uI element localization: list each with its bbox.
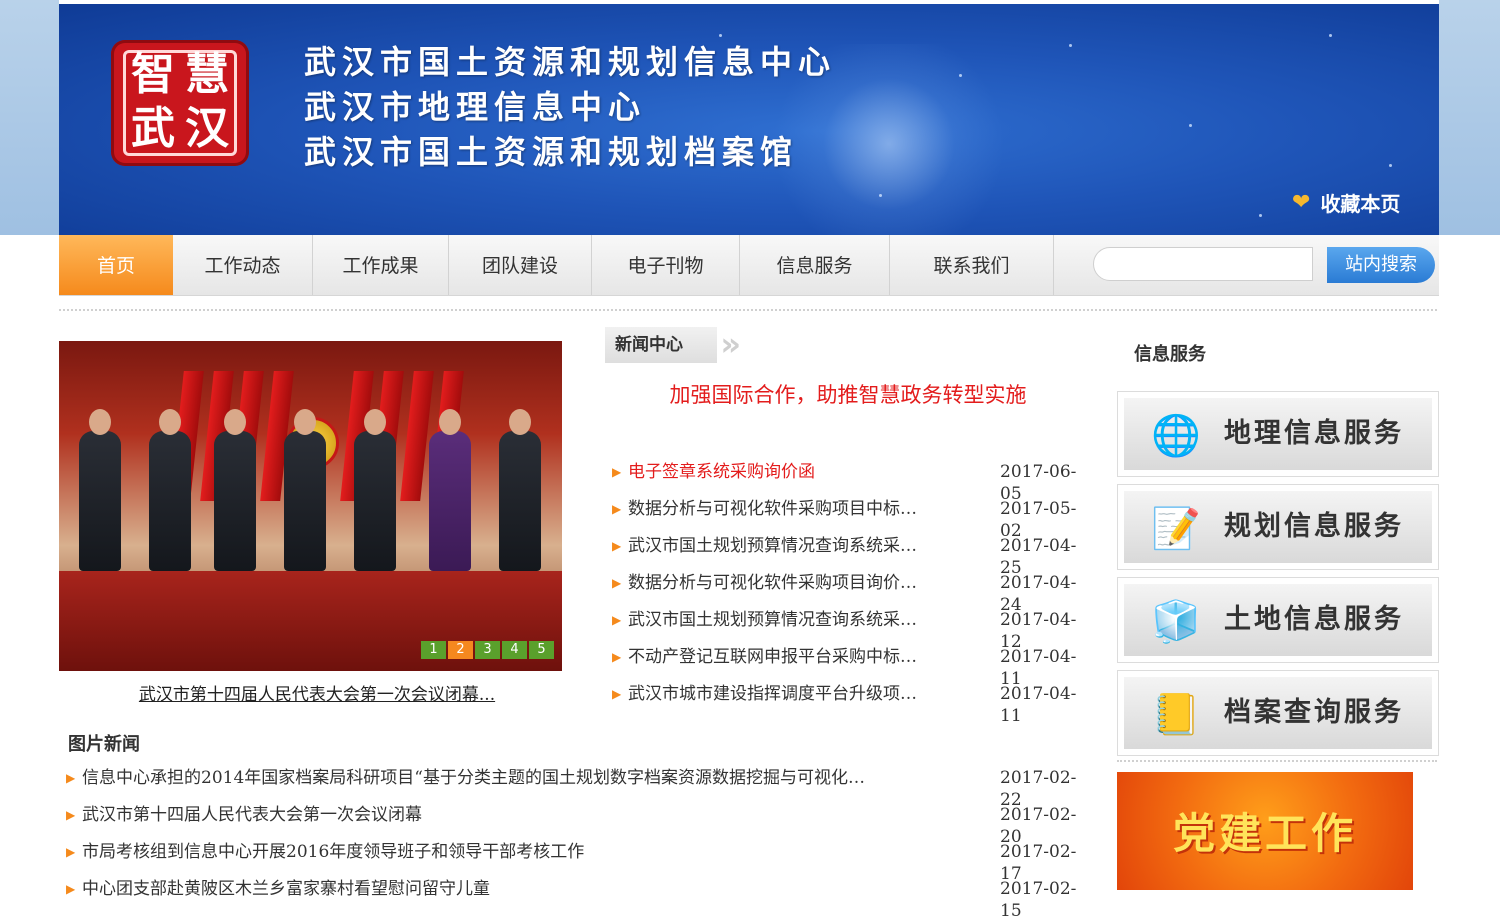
banner-title-1: 武汉市国土资源和规划信息中心	[304, 43, 837, 81]
bookmark-link[interactable]: ❤ 收藏本页	[1292, 188, 1400, 217]
news-item[interactable]: ▶ 数据分析与可视化软件采购项目中标… 2017-05-02	[612, 498, 1092, 541]
nav-work-news[interactable]: 工作动态	[173, 235, 313, 295]
news-item-title[interactable]: 武汉市国土规划预算情况查询系统采…	[628, 535, 943, 557]
pencil-note-icon: 📝	[1151, 506, 1201, 552]
banner-title-3: 武汉市国土资源和规划档案馆	[304, 133, 799, 171]
picture-news-item[interactable]: ▶ 武汉市第十四届人民代表大会第一次会议闭幕 2017-02-20	[66, 804, 1092, 847]
news-item[interactable]: ▶ 武汉市城市建设指挥调度平台升级项… 2017-04-11	[612, 683, 1092, 726]
logo-char-4: 汉	[185, 103, 229, 154]
search-button[interactable]: 站内搜索	[1327, 247, 1435, 283]
news-item[interactable]: ▶ 武汉市国土规划预算情况查询系统采… 2017-04-25	[612, 535, 1092, 578]
service-label: 规划信息服务	[1224, 511, 1404, 542]
info-services-title: 信息服务	[1134, 344, 1206, 365]
bullet-icon: ▶	[66, 771, 76, 785]
picture-news-title-link[interactable]: 市局考核组到信息中心开展2016年度领导班子和领导干部考核工作	[82, 841, 910, 863]
globe-monitor-icon: 🌐	[1151, 413, 1201, 459]
news-item[interactable]: ▶ 武汉市国土规划预算情况查询系统采… 2017-04-12	[612, 609, 1092, 652]
slide-page-4[interactable]: 4	[502, 641, 527, 659]
picture-news-item[interactable]: ▶ 中心团支部赴黄陂区木兰乡富家寨村看望慰问留守儿童 2017-02-15	[66, 878, 1092, 921]
party-building-banner[interactable]: 党建工作	[1117, 772, 1413, 890]
news-item[interactable]: ▶ 数据分析与可视化软件采购项目询价… 2017-04-24	[612, 572, 1092, 615]
divider	[59, 309, 1437, 311]
archive-book-icon: 📒	[1151, 692, 1201, 738]
bookmark-label: 收藏本页	[1320, 192, 1401, 216]
heart-icon: ❤	[1292, 190, 1311, 215]
bullet-icon: ▶	[66, 882, 76, 896]
planning-info-service-button[interactable]: 📝 规划信息服务	[1117, 484, 1439, 570]
bullet-icon: ▶	[66, 808, 76, 822]
slide-page-2[interactable]: 2	[448, 641, 473, 659]
geo-info-service-button[interactable]: 🌐 地理信息服务	[1117, 391, 1439, 477]
site-logo[interactable]: 智 慧 武 汉	[111, 40, 249, 166]
news-item[interactable]: ▶ 电子签章系统采购询价函 2017-06-05	[612, 461, 1092, 504]
nav-work-results[interactable]: 工作成果	[313, 235, 449, 295]
nav-contact[interactable]: 联系我们	[890, 235, 1054, 295]
bullet-icon: ▶	[612, 650, 622, 664]
picture-news-item[interactable]: ▶ 市局考核组到信息中心开展2016年度领导班子和领导干部考核工作 2017-0…	[66, 841, 1092, 884]
land-info-service-button[interactable]: 🧊 土地信息服务	[1117, 577, 1439, 663]
cubes-icon: 🧊	[1151, 599, 1201, 645]
slide-page-5[interactable]: 5	[529, 641, 554, 659]
service-label: 档案查询服务	[1224, 697, 1404, 728]
nav-info-service[interactable]: 信息服务	[740, 235, 890, 295]
logo-char-1: 智	[131, 49, 175, 100]
header-banner: 智 慧 武 汉 武汉市国土资源和规划信息中心 武汉市地理信息中心 武汉市国土资源…	[59, 4, 1439, 235]
picture-news-title-link[interactable]: 信息中心承担的2014年国家档案局科研项目“基于分类主题的国土规划数字档案资源数…	[82, 767, 910, 789]
logo-char-2: 慧	[185, 49, 229, 100]
news-item-title[interactable]: 武汉市国土规划预算情况查询系统采…	[628, 609, 943, 631]
bullet-icon: ▶	[612, 465, 622, 479]
news-item-title[interactable]: 数据分析与可视化软件采购项目询价…	[628, 572, 943, 594]
picture-news-title: 图片新闻	[68, 734, 140, 755]
bullet-icon: ▶	[612, 687, 622, 701]
picture-news-title-link[interactable]: 武汉市第十四届人民代表大会第一次会议闭幕	[82, 804, 910, 826]
bullet-icon: ▶	[66, 845, 76, 859]
news-item-date: 2017-04-11	[1000, 684, 1077, 726]
search-input[interactable]	[1093, 247, 1313, 281]
news-center-tab[interactable]: 新闻中心 »	[605, 327, 741, 363]
party-building-label: 党建工作	[1172, 809, 1357, 858]
picture-news-title-link[interactable]: 中心团支部赴黄陂区木兰乡富家寨村看望慰问留守儿童	[82, 878, 910, 900]
side-background-left	[0, 0, 59, 235]
double-chevron-icon: »	[720, 325, 741, 363]
nav-ejournal[interactable]: 电子刊物	[592, 235, 740, 295]
nav-home[interactable]: 首页	[59, 235, 173, 295]
right-divider	[1117, 760, 1437, 762]
service-label: 土地信息服务	[1224, 604, 1404, 635]
bullet-icon: ▶	[612, 502, 622, 516]
news-item-title[interactable]: 武汉市城市建设指挥调度平台升级项…	[628, 683, 943, 705]
service-label: 地理信息服务	[1224, 418, 1404, 449]
picture-news-date: 2017-02-15	[1000, 879, 1077, 921]
bullet-icon: ▶	[612, 576, 622, 590]
news-center-label: 新闻中心	[615, 335, 683, 355]
slideshow-pager: 1 2 3 4 5	[421, 641, 554, 659]
news-item-title[interactable]: 不动产登记互联网申报平台采购中标…	[628, 646, 943, 668]
logo-char-3: 武	[131, 103, 175, 154]
news-item[interactable]: ▶ 不动产登记互联网申报平台采购中标… 2017-04-11	[612, 646, 1092, 689]
slideshow-image[interactable]: 1 2 3 4 5	[59, 341, 562, 671]
news-item-title[interactable]: 电子签章系统采购询价函	[628, 461, 943, 483]
archive-query-service-button[interactable]: 📒 档案查询服务	[1117, 670, 1439, 756]
side-background-right	[1439, 0, 1500, 235]
news-headline-link[interactable]: 加强国际合作，助推智慧政务转型实施	[650, 382, 1046, 408]
news-item-title[interactable]: 数据分析与可视化软件采购项目中标…	[628, 498, 943, 520]
slideshow-caption-link[interactable]: 武汉市第十四届人民代表大会第一次会议闭幕...	[59, 680, 575, 705]
main-nav: 首页 工作动态 工作成果 团队建设 电子刊物 信息服务 联系我们 站内搜索	[59, 235, 1439, 296]
slide-page-1[interactable]: 1	[421, 641, 446, 659]
picture-news-item[interactable]: ▶ 信息中心承担的2014年国家档案局科研项目“基于分类主题的国土规划数字档案资…	[66, 767, 1092, 810]
bullet-icon: ▶	[612, 539, 622, 553]
slide-page-3[interactable]: 3	[475, 641, 500, 659]
banner-title-2: 武汉市地理信息中心	[304, 88, 647, 126]
nav-team[interactable]: 团队建设	[449, 235, 592, 295]
bullet-icon: ▶	[612, 613, 622, 627]
